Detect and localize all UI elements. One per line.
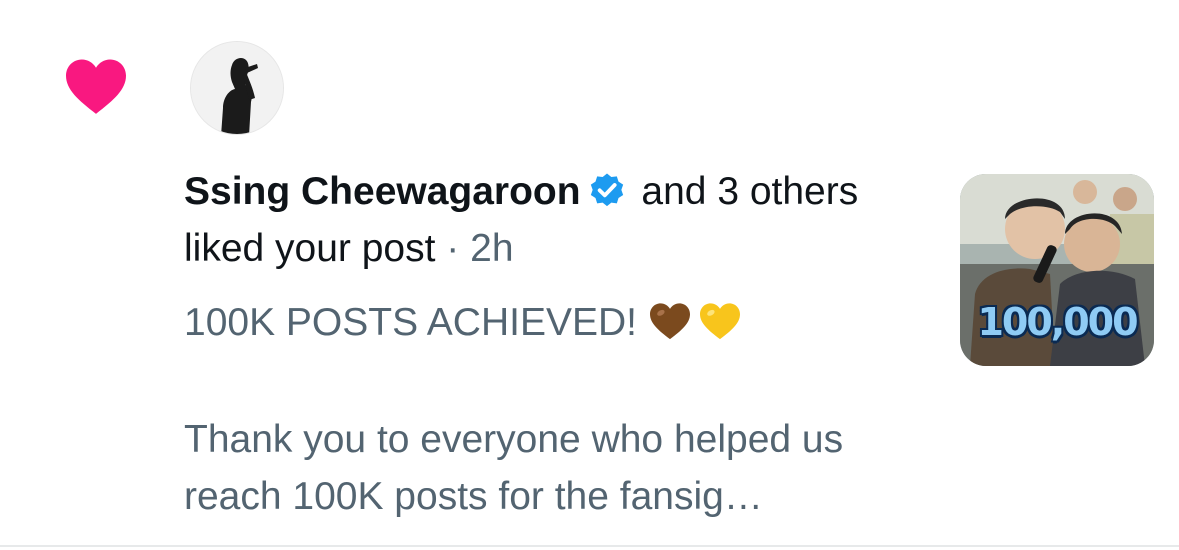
timestamp: 2h [470, 227, 514, 270]
post-body: Thank you to everyone who helped us reac… [184, 418, 844, 518]
like-notification[interactable]: Ssing Cheewagaroon and 3 others liked yo… [0, 0, 1179, 545]
user-name[interactable]: Ssing Cheewagaroon [184, 170, 581, 213]
post-thumbnail[interactable]: 100,000 [960, 174, 1154, 366]
separator: · [435, 227, 471, 270]
yellow-heart-icon [699, 303, 740, 340]
post-title: 100K POSTS ACHIEVED! [184, 294, 742, 351]
avatar-image [191, 42, 283, 134]
verified-badge-icon [590, 173, 623, 207]
avatar[interactable] [190, 41, 284, 135]
brown-heart-icon [649, 303, 690, 340]
post-title-text: 100K POSTS ACHIEVED! [184, 301, 648, 344]
thumbnail-text: 100,000 [977, 300, 1138, 344]
divider [0, 545, 1179, 547]
heart-icon [66, 59, 126, 114]
notification-headline: Ssing Cheewagaroon and 3 others liked yo… [184, 163, 884, 277]
